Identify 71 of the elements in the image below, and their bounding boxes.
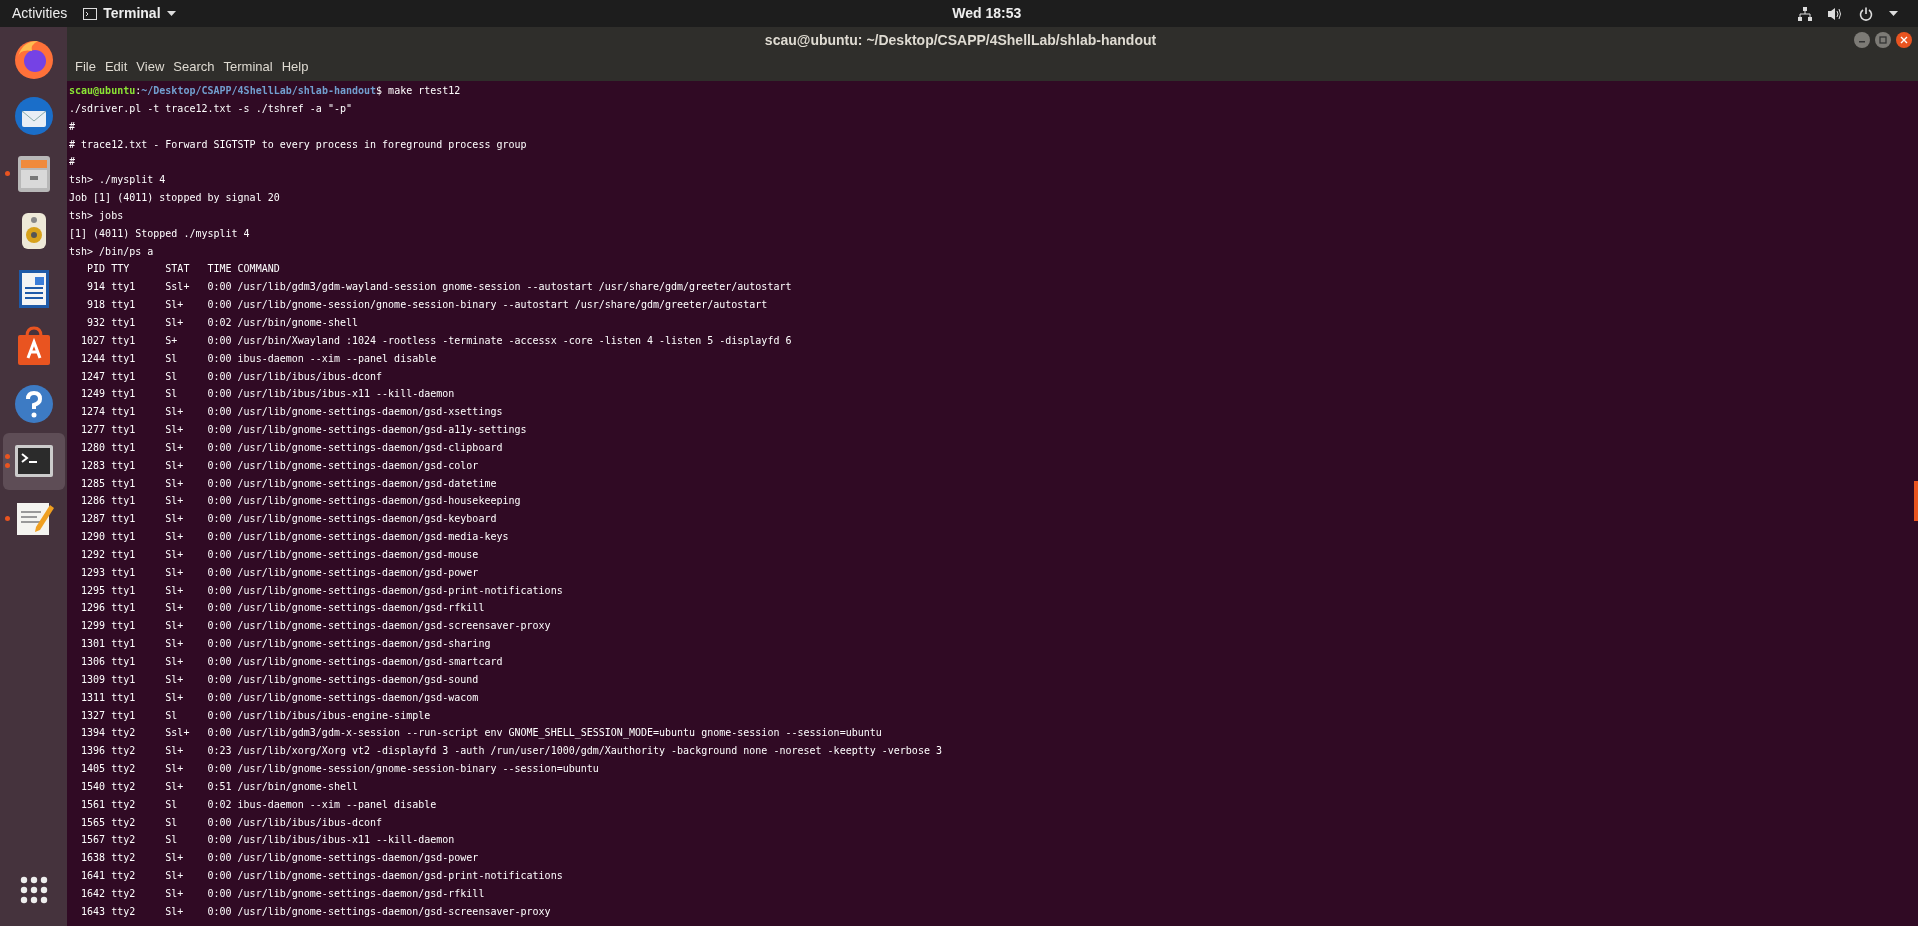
output-line: Job [1] (4011) stopped by signal 20	[69, 191, 281, 206]
output-line: 1295 tty1 Sl+ 0:00 /usr/lib/gnome-settings-daemon/gsd-print-notifications	[80, 583, 564, 598]
output-line: 1027 tty1 S+ 0:00 /usr/bin/Xwayland :1024 -rootless -terminate -accessx -core -listen 4 -listen 5 -displayfd 6	[80, 333, 793, 348]
output-line: 1327 tty1 Sl 0:00 /usr/lib/ibus/ibus-engine-simple	[80, 708, 432, 723]
output-line: 1287 tty1 Sl+ 0:00 /usr/lib/gnome-settings-daemon/gsd-keyboard	[80, 512, 498, 527]
output-line: 1641 tty2 Sl+ 0:00 /usr/lib/gnome-settings-daemon/gsd-print-notifications	[80, 869, 564, 884]
output-line: 1638 tty2 Sl+ 0:00 /usr/lib/gnome-settings-daemon/gsd-power	[80, 851, 480, 866]
output-line: 1396 tty2 Sl+ 0:23 /usr/lib/xorg/Xorg vt2 -displayfd 3 -auth /run/user/1000/gdm/Xauthority -background none -noreset -keeptty -verbose 3	[80, 744, 943, 759]
minimize-button[interactable]	[1854, 32, 1870, 48]
output-line: 932 tty1 Sl+ 0:02 /usr/bin/gnome-shell	[86, 315, 359, 330]
output-line: 1567 tty2 Sl 0:00 /usr/lib/ibus/ibus-x11 --kill-daemon	[80, 833, 456, 848]
window-title: scau@ubuntu: ~/Desktop/CSAPP/4ShellLab/shlab-handout	[764, 30, 1157, 50]
network-icon[interactable]	[1798, 6, 1812, 21]
output-line: 1293 tty1 Sl+ 0:00 /usr/lib/gnome-settings-daemon/gsd-power	[80, 565, 480, 580]
output-line: 1286 tty1 Sl+ 0:00 /usr/lib/gnome-settings-daemon/gsd-housekeeping	[80, 494, 522, 509]
output-line: ./sdriver.pl -t trace12.txt -s ./tshref -a "-p"	[69, 101, 353, 116]
output-line: 1247 tty1 Sl 0:00 /usr/lib/ibus/ibus-dconf	[80, 369, 384, 384]
output-line: 1642 tty2 Sl+ 0:00 /usr/lib/gnome-settings-daemon/gsd-rfkill	[80, 886, 486, 901]
output-line: 918 tty1 Sl+ 0:00 /usr/lib/gnome-session/gnome-session-binary --autostart /usr/share/gdm/greeter/autostart	[86, 298, 769, 313]
output-line: 1405 tty2 Sl+ 0:00 /usr/lib/gnome-session/gnome-session-binary --session=ubuntu	[80, 762, 600, 777]
output-line: tsh> jobs	[69, 208, 125, 223]
app-menu[interactable]: Terminal	[83, 3, 176, 24]
output-line: 1540 tty2 Sl+ 0:51 /usr/bin/gnome-shell	[80, 779, 359, 794]
output-line: 1296 tty1 Sl+ 0:00 /usr/lib/gnome-settings-daemon/gsd-rfkill	[80, 601, 486, 616]
menu-item[interactable]: Search	[170, 57, 218, 77]
output-line: #	[69, 119, 77, 134]
output-line: 1249 tty1 Sl 0:00 /usr/lib/ibus/ibus-x11 --kill-daemon	[80, 387, 456, 402]
menu-item[interactable]: File	[72, 57, 99, 77]
output-line: 1285 tty1 Sl+ 0:00 /usr/lib/gnome-settings-daemon/gsd-datetime	[80, 476, 498, 491]
output-line: 1565 tty2 Sl 0:00 /usr/lib/ibus/ibus-dconf	[80, 815, 384, 830]
menu-item[interactable]: View	[133, 57, 168, 77]
output-line: 1292 tty1 Sl+ 0:00 /usr/lib/gnome-settings-daemon/gsd-mouse	[80, 547, 480, 562]
output-line: 1283 tty1 Sl+ 0:00 /usr/lib/gnome-settings-daemon/gsd-color	[80, 458, 480, 473]
menu-item[interactable]: Help	[278, 57, 312, 77]
output-line: 1290 tty1 Sl+ 0:00 /usr/lib/gnome-settings-daemon/gsd-media-keys	[80, 530, 510, 545]
maximize-button[interactable]	[1875, 32, 1891, 48]
menu-item[interactable]: Edit	[101, 57, 131, 77]
output-line: 1301 tty1 Sl+ 0:00 /usr/lib/gnome-settings-daemon/gsd-sharing	[80, 637, 492, 652]
output-line: 1274 tty1 Sl+ 0:00 /usr/lib/gnome-settings-daemon/gsd-xsettings	[80, 405, 504, 420]
caret-icon[interactable]	[1889, 10, 1898, 17]
dock-item[interactable]	[2, 432, 65, 490]
output-line: 1309 tty1 Sl+ 0:00 /usr/lib/gnome-settings-daemon/gsd-sound	[80, 672, 480, 687]
output-line: 1394 tty2 Ssl+ 0:00 /usr/lib/gdm3/gdm-x-session --run-script env GNOME_SHELL_SESSION_MODE=ubuntu gnome-session --session=ubuntu	[80, 726, 883, 741]
caret-icon	[166, 10, 176, 17]
app-grid-icon[interactable]	[19, 876, 48, 904]
scroll-indicator	[1914, 481, 1918, 521]
terminal-icon	[83, 7, 98, 20]
power-icon[interactable]	[1859, 6, 1873, 21]
output-line: 1244 tty1 Sl 0:00 ibus-daemon --xim --panel disable	[80, 351, 438, 366]
activities-button[interactable]: Activities	[12, 3, 68, 24]
maximize-icon	[1879, 36, 1887, 44]
output-line: tsh> /bin/ps a	[69, 244, 155, 259]
close-icon	[1900, 36, 1908, 44]
output-line: 1643 tty2 Sl+ 0:00 /usr/lib/gnome-settings-daemon/gsd-screensaver-proxy	[80, 904, 552, 919]
volume-icon[interactable]	[1828, 6, 1843, 21]
output-line: 1299 tty1 Sl+ 0:00 /usr/lib/gnome-settings-daemon/gsd-screensaver-proxy	[80, 619, 552, 634]
prompt-line: scau@ubuntu:~/Desktop/CSAPP/4ShellLab/shlab-handout$ make rtest12	[69, 84, 462, 98]
output-line: 914 tty1 Ssl+ 0:00 /usr/lib/gdm3/gdm-wayland-session gnome-session --autostart /usr/share/gdm/greeter/autostart	[86, 280, 793, 295]
output-line: 1306 tty1 Sl+ 0:00 /usr/lib/gnome-settings-daemon/gsd-smartcard	[80, 655, 504, 669]
output-line: 1280 tty1 Sl+ 0:00 /usr/lib/gnome-settings-daemon/gsd-clipboard	[80, 440, 504, 455]
close-button[interactable]	[1896, 32, 1912, 48]
menu-item[interactable]: Terminal	[220, 57, 276, 77]
output-line: [1] (4011) Stopped ./mysplit 4	[69, 226, 251, 241]
output-line: tsh> ./mysplit 4	[69, 173, 167, 188]
output-line: 1561 tty2 Sl 0:02 ibus-daemon --xim --panel disable	[80, 797, 438, 812]
output-line: #	[69, 155, 77, 170]
output-line: PID TTY STAT TIME COMMAND	[86, 262, 281, 277]
output-line: 1277 tty1 Sl+ 0:00 /usr/lib/gnome-settings-daemon/gsd-a11y-settings	[80, 423, 528, 438]
output-line: # trace12.txt - Forward SIGTSTP to every process in foreground process group	[69, 137, 528, 152]
output-line: 1311 tty1 Sl+ 0:00 /usr/lib/gnome-settings-daemon/gsd-wacom	[80, 690, 480, 705]
clock[interactable]: Wed 18:53	[952, 3, 1022, 24]
